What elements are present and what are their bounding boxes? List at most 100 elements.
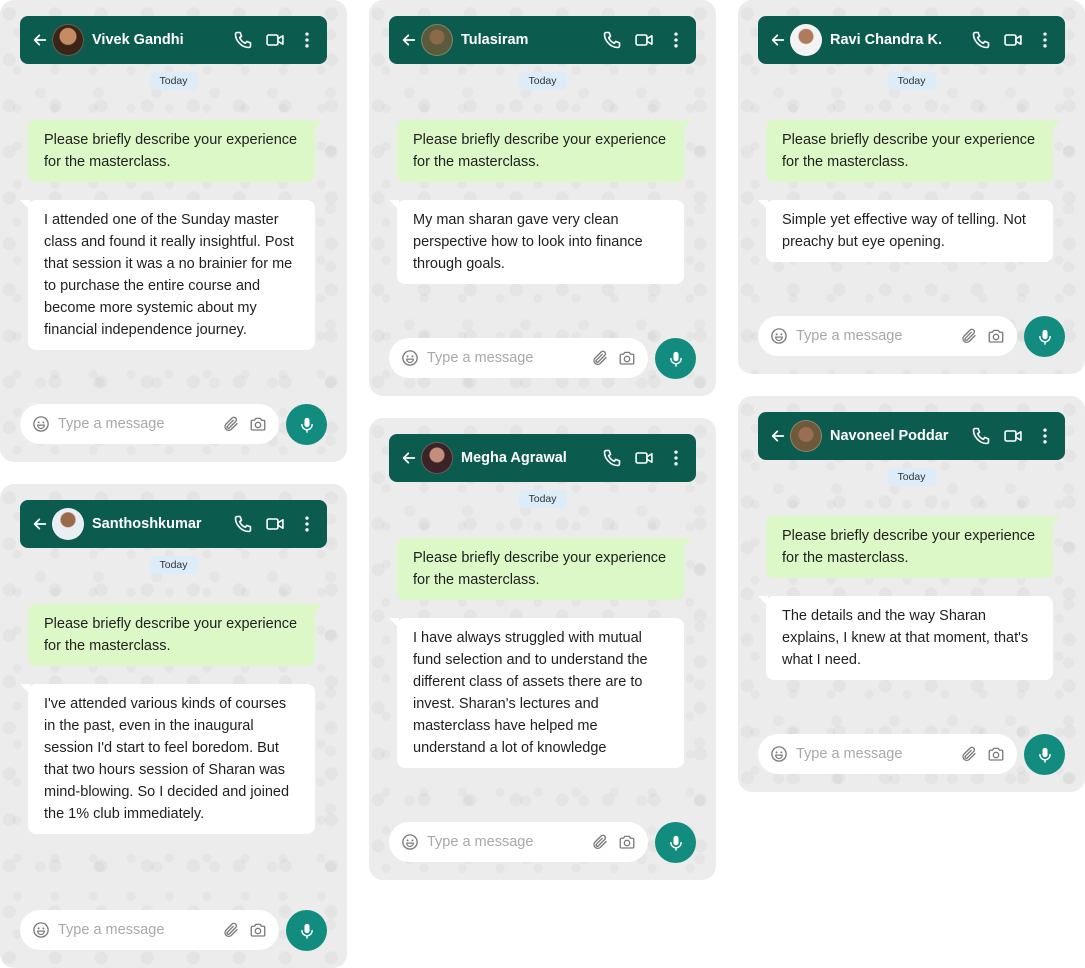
chat-header: Santhoshkumar: [20, 500, 327, 548]
message-input[interactable]: Type a message: [20, 910, 279, 950]
video-icon[interactable]: [1003, 30, 1023, 50]
question-bubble: Please briefly describe your experience …: [766, 516, 1061, 578]
phone-icon[interactable]: [233, 514, 253, 534]
chat-header: Tulasiram: [389, 16, 696, 64]
mic-button[interactable]: [1024, 734, 1065, 775]
attach-icon[interactable]: [591, 833, 609, 851]
avatar[interactable]: [421, 442, 453, 474]
phone-icon[interactable]: [602, 30, 622, 50]
date-chip: Today: [149, 556, 198, 574]
video-icon[interactable]: [265, 30, 285, 50]
mic-icon: [667, 350, 685, 368]
back-arrow-icon[interactable]: [401, 450, 417, 466]
mic-icon: [298, 416, 316, 434]
camera-icon[interactable]: [618, 349, 636, 367]
emoji-icon[interactable]: [401, 833, 419, 851]
attach-icon[interactable]: [222, 415, 240, 433]
chat-card-santhoshkumar: Santhoshkumar Today Please briefly descr…: [0, 484, 347, 968]
contact-name[interactable]: Navoneel Poddar: [830, 428, 959, 444]
video-icon[interactable]: [634, 30, 654, 50]
question-bubble: Please briefly describe your experience …: [397, 120, 692, 182]
back-arrow-icon[interactable]: [32, 32, 48, 48]
emoji-icon[interactable]: [770, 327, 788, 345]
reply-bubble: The details and the way Sharan explains,…: [758, 596, 1053, 680]
video-icon[interactable]: [1003, 426, 1023, 446]
back-arrow-icon[interactable]: [770, 32, 786, 48]
avatar[interactable]: [52, 508, 84, 540]
mic-button[interactable]: [286, 910, 327, 951]
back-arrow-icon[interactable]: [32, 516, 48, 532]
attach-icon[interactable]: [591, 349, 609, 367]
chat-card-megha-agrawal: Megha Agrawal Today Please briefly descr…: [369, 418, 716, 880]
message-placeholder[interactable]: Type a message: [58, 922, 213, 938]
emoji-icon[interactable]: [32, 921, 50, 939]
message-input[interactable]: Type a message: [758, 316, 1017, 356]
question-bubble: Please briefly describe your experience …: [397, 538, 692, 600]
contact-name[interactable]: Vivek Gandhi: [92, 32, 221, 48]
message-input[interactable]: Type a message: [389, 338, 648, 378]
chat-header: Vivek Gandhi: [20, 16, 327, 64]
message-placeholder[interactable]: Type a message: [427, 834, 582, 850]
more-vertical-icon[interactable]: [666, 30, 686, 50]
date-chip: Today: [149, 72, 198, 90]
chat-header: Ravi Chandra K.: [758, 16, 1065, 64]
mic-icon: [667, 834, 685, 852]
more-vertical-icon[interactable]: [1035, 426, 1055, 446]
more-vertical-icon[interactable]: [297, 30, 317, 50]
message-input[interactable]: Type a message: [389, 822, 648, 862]
phone-icon[interactable]: [602, 448, 622, 468]
camera-icon[interactable]: [987, 745, 1005, 763]
phone-icon[interactable]: [971, 30, 991, 50]
emoji-icon[interactable]: [401, 349, 419, 367]
camera-icon[interactable]: [249, 921, 267, 939]
video-icon[interactable]: [634, 448, 654, 468]
avatar[interactable]: [52, 24, 84, 56]
mic-button[interactable]: [286, 404, 327, 445]
emoji-icon[interactable]: [770, 745, 788, 763]
back-arrow-icon[interactable]: [401, 32, 417, 48]
attach-icon[interactable]: [960, 745, 978, 763]
date-chip: Today: [887, 72, 936, 90]
contact-name[interactable]: Ravi Chandra K.: [830, 32, 959, 48]
question-bubble: Please briefly describe your experience …: [766, 120, 1061, 182]
message-input[interactable]: Type a message: [758, 734, 1017, 774]
reply-bubble: I have always struggled with mutual fund…: [389, 618, 684, 768]
mic-icon: [298, 922, 316, 940]
avatar[interactable]: [421, 24, 453, 56]
message-placeholder[interactable]: Type a message: [427, 350, 582, 366]
chat-header: Navoneel Poddar: [758, 412, 1065, 460]
question-bubble: Please briefly describe your experience …: [28, 604, 323, 666]
attach-icon[interactable]: [222, 921, 240, 939]
message-input[interactable]: Type a message: [20, 404, 279, 444]
message-placeholder[interactable]: Type a message: [796, 746, 951, 762]
reply-bubble: My man sharan gave very clean perspectiv…: [389, 200, 684, 284]
message-placeholder[interactable]: Type a message: [58, 416, 213, 432]
camera-icon[interactable]: [987, 327, 1005, 345]
video-icon[interactable]: [265, 514, 285, 534]
reply-bubble: I attended one of the Sunday master clas…: [20, 200, 315, 350]
avatar[interactable]: [790, 420, 822, 452]
contact-name[interactable]: Santhoshkumar: [92, 516, 221, 532]
mic-button[interactable]: [655, 822, 696, 863]
reply-bubble: Simple yet effective way of telling. Not…: [758, 200, 1053, 262]
date-chip: Today: [518, 72, 567, 90]
mic-button[interactable]: [655, 338, 696, 379]
more-vertical-icon[interactable]: [666, 448, 686, 468]
mic-icon: [1036, 328, 1054, 346]
camera-icon[interactable]: [249, 415, 267, 433]
contact-name[interactable]: Tulasiram: [461, 32, 590, 48]
more-vertical-icon[interactable]: [1035, 30, 1055, 50]
phone-icon[interactable]: [971, 426, 991, 446]
attach-icon[interactable]: [960, 327, 978, 345]
avatar[interactable]: [790, 24, 822, 56]
message-placeholder[interactable]: Type a message: [796, 328, 951, 344]
back-arrow-icon[interactable]: [770, 428, 786, 444]
more-vertical-icon[interactable]: [297, 514, 317, 534]
phone-icon[interactable]: [233, 30, 253, 50]
camera-icon[interactable]: [618, 833, 636, 851]
mic-button[interactable]: [1024, 316, 1065, 357]
reply-bubble: I've attended various kinds of courses i…: [20, 684, 315, 834]
contact-name[interactable]: Megha Agrawal: [461, 450, 590, 466]
emoji-icon[interactable]: [32, 415, 50, 433]
mic-icon: [1036, 746, 1054, 764]
